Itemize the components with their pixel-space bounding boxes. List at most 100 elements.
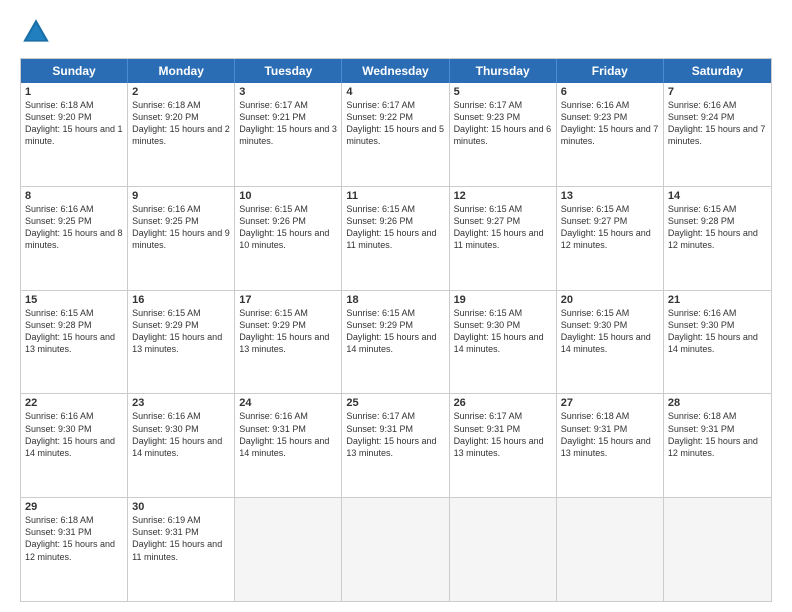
cell-info: Sunrise: 6:17 AM Sunset: 9:23 PM Dayligh… (454, 99, 552, 148)
calendar-cell: 4 Sunrise: 6:17 AM Sunset: 9:22 PM Dayli… (342, 83, 449, 186)
daylight-text: Daylight: 15 hours and 14 minutes. (132, 436, 222, 458)
weekday-header: Friday (557, 59, 664, 83)
day-number: 17 (239, 294, 337, 306)
sunset-text: Sunset: 9:29 PM (346, 320, 413, 330)
daylight-text: Daylight: 15 hours and 1 minute. (25, 124, 123, 146)
sunrise-text: Sunrise: 6:16 AM (239, 411, 308, 421)
cell-info: Sunrise: 6:15 AM Sunset: 9:26 PM Dayligh… (239, 203, 337, 252)
day-number: 30 (132, 501, 230, 513)
day-number: 11 (346, 190, 444, 202)
calendar-cell: 12 Sunrise: 6:15 AM Sunset: 9:27 PM Dayl… (450, 187, 557, 290)
calendar-week-row: 29 Sunrise: 6:18 AM Sunset: 9:31 PM Dayl… (21, 498, 771, 601)
sunrise-text: Sunrise: 6:16 AM (25, 411, 94, 421)
sunset-text: Sunset: 9:31 PM (132, 527, 199, 537)
sunrise-text: Sunrise: 6:15 AM (346, 204, 415, 214)
day-number: 23 (132, 397, 230, 409)
daylight-text: Daylight: 15 hours and 13 minutes. (346, 436, 436, 458)
day-number: 3 (239, 86, 337, 98)
calendar-cell: 1 Sunrise: 6:18 AM Sunset: 9:20 PM Dayli… (21, 83, 128, 186)
weekday-header: Saturday (664, 59, 771, 83)
daylight-text: Daylight: 15 hours and 7 minutes. (561, 124, 659, 146)
daylight-text: Daylight: 15 hours and 14 minutes. (239, 436, 329, 458)
cell-info: Sunrise: 6:16 AM Sunset: 9:30 PM Dayligh… (132, 410, 230, 459)
sunrise-text: Sunrise: 6:16 AM (132, 204, 201, 214)
calendar-cell: 21 Sunrise: 6:16 AM Sunset: 9:30 PM Dayl… (664, 291, 771, 394)
calendar-cell: 26 Sunrise: 6:17 AM Sunset: 9:31 PM Dayl… (450, 394, 557, 497)
sunset-text: Sunset: 9:22 PM (346, 112, 413, 122)
cell-info: Sunrise: 6:16 AM Sunset: 9:23 PM Dayligh… (561, 99, 659, 148)
calendar-cell (557, 498, 664, 601)
cell-info: Sunrise: 6:15 AM Sunset: 9:29 PM Dayligh… (132, 307, 230, 356)
calendar-header: SundayMondayTuesdayWednesdayThursdayFrid… (21, 59, 771, 83)
sunrise-text: Sunrise: 6:17 AM (454, 100, 523, 110)
day-number: 5 (454, 86, 552, 98)
sunrise-text: Sunrise: 6:17 AM (346, 100, 415, 110)
cell-info: Sunrise: 6:15 AM Sunset: 9:28 PM Dayligh… (668, 203, 767, 252)
header (20, 16, 772, 48)
page: SundayMondayTuesdayWednesdayThursdayFrid… (0, 0, 792, 612)
calendar-cell: 11 Sunrise: 6:15 AM Sunset: 9:26 PM Dayl… (342, 187, 449, 290)
day-number: 1 (25, 86, 123, 98)
calendar-cell (450, 498, 557, 601)
daylight-text: Daylight: 15 hours and 14 minutes. (561, 332, 651, 354)
daylight-text: Daylight: 15 hours and 14 minutes. (25, 436, 115, 458)
sunrise-text: Sunrise: 6:15 AM (454, 308, 523, 318)
sunset-text: Sunset: 9:31 PM (239, 424, 306, 434)
sunrise-text: Sunrise: 6:15 AM (346, 308, 415, 318)
sunrise-text: Sunrise: 6:15 AM (454, 204, 523, 214)
day-number: 10 (239, 190, 337, 202)
cell-info: Sunrise: 6:16 AM Sunset: 9:30 PM Dayligh… (25, 410, 123, 459)
calendar-cell: 29 Sunrise: 6:18 AM Sunset: 9:31 PM Dayl… (21, 498, 128, 601)
calendar-body: 1 Sunrise: 6:18 AM Sunset: 9:20 PM Dayli… (21, 83, 771, 601)
cell-info: Sunrise: 6:15 AM Sunset: 9:30 PM Dayligh… (454, 307, 552, 356)
weekday-header: Wednesday (342, 59, 449, 83)
calendar-cell: 5 Sunrise: 6:17 AM Sunset: 9:23 PM Dayli… (450, 83, 557, 186)
day-number: 7 (668, 86, 767, 98)
daylight-text: Daylight: 15 hours and 2 minutes. (132, 124, 230, 146)
sunrise-text: Sunrise: 6:18 AM (132, 100, 201, 110)
daylight-text: Daylight: 15 hours and 11 minutes. (346, 228, 436, 250)
day-number: 21 (668, 294, 767, 306)
day-number: 13 (561, 190, 659, 202)
day-number: 22 (25, 397, 123, 409)
weekday-header: Sunday (21, 59, 128, 83)
sunset-text: Sunset: 9:30 PM (132, 424, 199, 434)
daylight-text: Daylight: 15 hours and 11 minutes. (454, 228, 544, 250)
sunset-text: Sunset: 9:30 PM (561, 320, 628, 330)
cell-info: Sunrise: 6:17 AM Sunset: 9:31 PM Dayligh… (454, 410, 552, 459)
calendar-cell: 28 Sunrise: 6:18 AM Sunset: 9:31 PM Dayl… (664, 394, 771, 497)
calendar-cell (235, 498, 342, 601)
cell-info: Sunrise: 6:17 AM Sunset: 9:22 PM Dayligh… (346, 99, 444, 148)
cell-info: Sunrise: 6:17 AM Sunset: 9:21 PM Dayligh… (239, 99, 337, 148)
cell-info: Sunrise: 6:15 AM Sunset: 9:29 PM Dayligh… (346, 307, 444, 356)
cell-info: Sunrise: 6:18 AM Sunset: 9:20 PM Dayligh… (132, 99, 230, 148)
sunset-text: Sunset: 9:25 PM (25, 216, 92, 226)
calendar: SundayMondayTuesdayWednesdayThursdayFrid… (20, 58, 772, 602)
sunset-text: Sunset: 9:26 PM (346, 216, 413, 226)
calendar-cell: 16 Sunrise: 6:15 AM Sunset: 9:29 PM Dayl… (128, 291, 235, 394)
day-number: 20 (561, 294, 659, 306)
calendar-week-row: 1 Sunrise: 6:18 AM Sunset: 9:20 PM Dayli… (21, 83, 771, 187)
sunset-text: Sunset: 9:31 PM (346, 424, 413, 434)
sunset-text: Sunset: 9:23 PM (454, 112, 521, 122)
daylight-text: Daylight: 15 hours and 14 minutes. (346, 332, 436, 354)
cell-info: Sunrise: 6:19 AM Sunset: 9:31 PM Dayligh… (132, 514, 230, 563)
daylight-text: Daylight: 15 hours and 3 minutes. (239, 124, 337, 146)
calendar-cell: 6 Sunrise: 6:16 AM Sunset: 9:23 PM Dayli… (557, 83, 664, 186)
cell-info: Sunrise: 6:18 AM Sunset: 9:31 PM Dayligh… (561, 410, 659, 459)
sunset-text: Sunset: 9:31 PM (25, 527, 92, 537)
sunset-text: Sunset: 9:31 PM (561, 424, 628, 434)
sunset-text: Sunset: 9:29 PM (132, 320, 199, 330)
sunset-text: Sunset: 9:24 PM (668, 112, 735, 122)
day-number: 8 (25, 190, 123, 202)
daylight-text: Daylight: 15 hours and 13 minutes. (561, 436, 651, 458)
cell-info: Sunrise: 6:18 AM Sunset: 9:31 PM Dayligh… (668, 410, 767, 459)
calendar-cell: 10 Sunrise: 6:15 AM Sunset: 9:26 PM Dayl… (235, 187, 342, 290)
sunrise-text: Sunrise: 6:15 AM (239, 204, 308, 214)
sunset-text: Sunset: 9:21 PM (239, 112, 306, 122)
daylight-text: Daylight: 15 hours and 9 minutes. (132, 228, 230, 250)
day-number: 27 (561, 397, 659, 409)
day-number: 28 (668, 397, 767, 409)
calendar-cell: 23 Sunrise: 6:16 AM Sunset: 9:30 PM Dayl… (128, 394, 235, 497)
day-number: 24 (239, 397, 337, 409)
